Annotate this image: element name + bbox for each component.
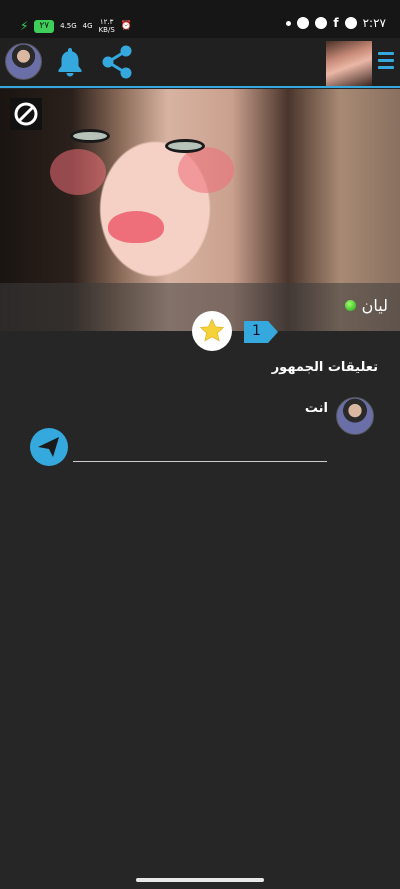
photo-eye-right bbox=[165, 139, 205, 153]
comments-title: تعليقات الجمهور bbox=[271, 360, 378, 375]
profile-name: ليان bbox=[361, 296, 388, 315]
alarm-icon: ⏰ bbox=[120, 21, 132, 31]
comment-item: انت bbox=[305, 397, 374, 435]
photo-lips bbox=[108, 211, 164, 243]
network-2: 4G bbox=[82, 22, 93, 30]
comment-input[interactable] bbox=[73, 440, 327, 462]
online-status-icon bbox=[344, 300, 356, 311]
photo-cheek-left bbox=[50, 149, 106, 195]
chat-icon bbox=[297, 17, 310, 29]
profile-name-row: ليان bbox=[344, 296, 388, 315]
photo-eye-left bbox=[70, 129, 110, 143]
charging-icon: ⚡ bbox=[20, 19, 29, 33]
block-icon[interactable] bbox=[10, 98, 42, 130]
battery-level: ٢٧ bbox=[34, 19, 55, 33]
network-speed-unit: KB/S bbox=[98, 26, 115, 34]
whatsapp-icon bbox=[315, 17, 328, 29]
status-left: ⚡ ٢٧ 4.5G 4G ١٢.٣ KB/S ⏰ bbox=[20, 18, 132, 34]
star-count-badge: 1 bbox=[244, 321, 278, 343]
status-right: f ٢:٢٧ bbox=[286, 16, 386, 30]
profile-thumbnail[interactable] bbox=[326, 41, 372, 86]
profile-cover-image: ليان bbox=[0, 89, 400, 331]
photo-cheek-right bbox=[178, 147, 234, 193]
home-indicator[interactable] bbox=[136, 878, 264, 882]
snapchat-icon bbox=[344, 17, 357, 29]
my-avatar[interactable] bbox=[5, 43, 42, 80]
star-button[interactable] bbox=[192, 311, 232, 351]
comment-avatar[interactable] bbox=[336, 397, 374, 435]
share-icon[interactable] bbox=[100, 44, 134, 80]
app-bar bbox=[0, 38, 400, 88]
facebook-icon: f bbox=[333, 16, 339, 30]
network-speed-value: ١٢.٣ bbox=[99, 18, 114, 26]
comment-author: انت bbox=[304, 401, 328, 416]
notification-dot-icon bbox=[286, 20, 292, 26]
bell-icon[interactable] bbox=[55, 46, 85, 78]
network-1: 4.5G bbox=[60, 22, 77, 30]
star-icon bbox=[199, 318, 225, 342]
hamburger-menu-icon[interactable] bbox=[378, 52, 394, 70]
network-speed: ١٢.٣ KB/S bbox=[99, 18, 115, 34]
star-count: 1 bbox=[252, 323, 261, 339]
status-time: ٢:٢٧ bbox=[362, 16, 386, 30]
send-icon[interactable] bbox=[30, 428, 68, 466]
